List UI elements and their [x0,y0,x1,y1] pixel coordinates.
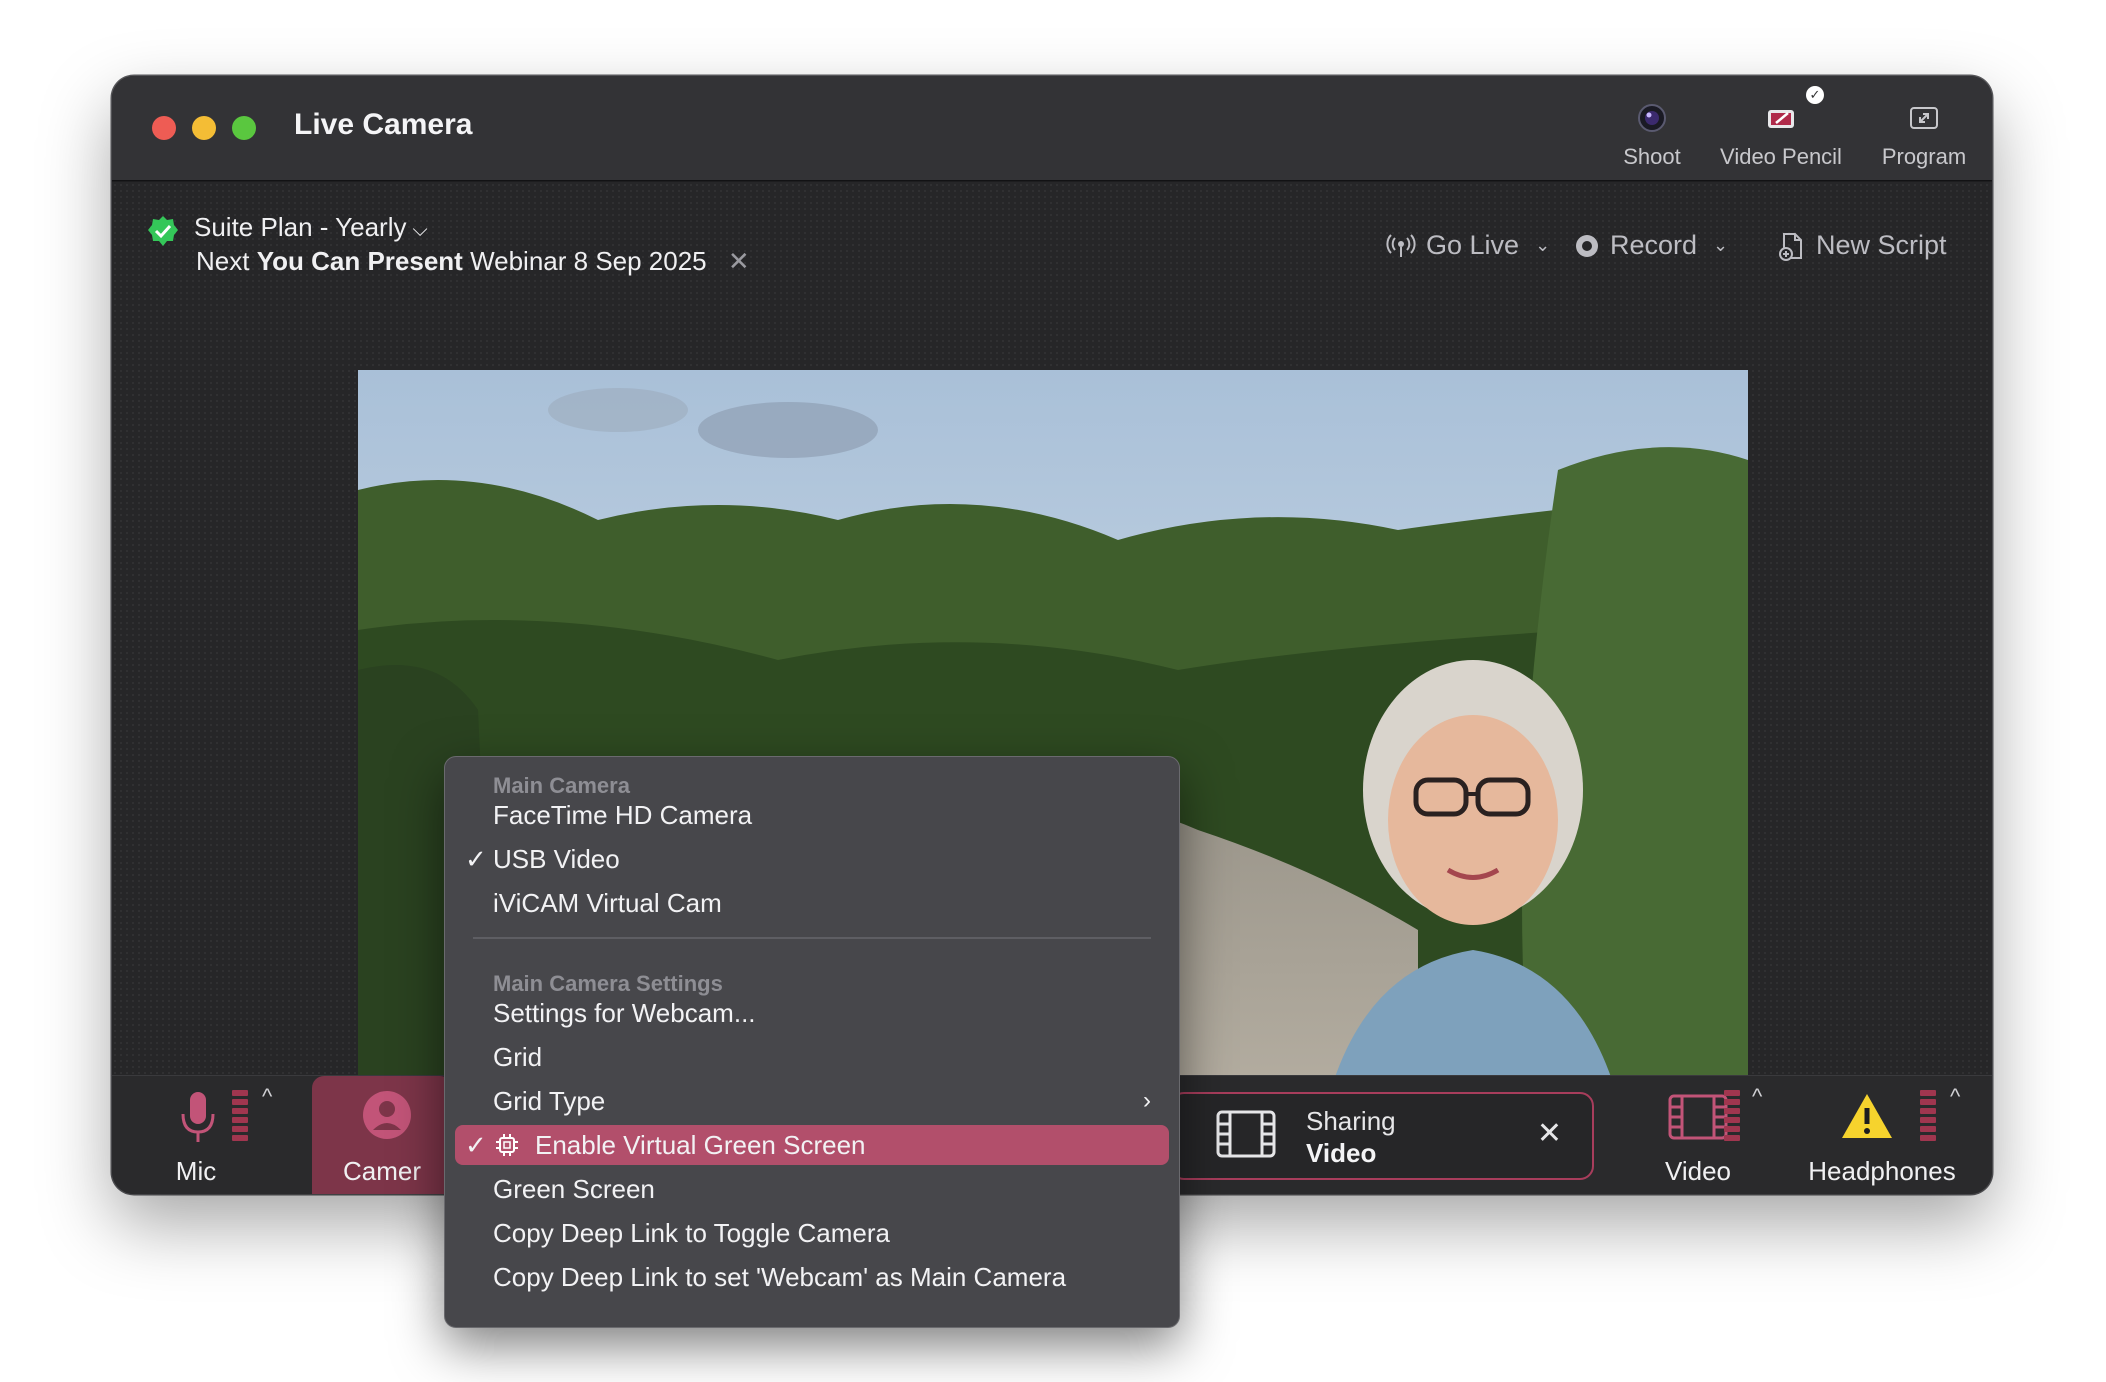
camera-button[interactable]: Camer [312,1076,452,1194]
checkmark-icon: ✓ [465,1130,487,1160]
program-button[interactable]: Program [1864,100,1984,170]
broadcast-icon [1386,233,1416,257]
headphones-level-meter [1920,1090,1936,1141]
stop-sharing-icon[interactable]: ✕ [1537,1116,1562,1151]
chip-icon [496,1134,518,1156]
headphones-button[interactable]: Headphones [1802,1076,1962,1194]
film-icon [1668,1094,1728,1140]
title-bar: Live Camera Shoot ✓ Video Pencil Program [112,76,1992,181]
mic-label: Mic [175,1156,217,1186]
new-document-icon [1779,232,1802,261]
menu-item-grid[interactable]: Grid [455,1037,1169,1077]
expand-icon [1864,100,1984,136]
sharing-label: Sharing [1306,1106,1396,1136]
menu-item-enable-virtual-green-screen[interactable]: ✓ Enable Virtual Green Screen [455,1125,1169,1165]
maximize-window-button[interactable] [232,116,256,140]
person-icon [363,1091,411,1139]
menu-item-green-screen[interactable]: Green Screen [455,1169,1169,1209]
plan-selector[interactable]: Suite Plan - Yearly ⌵ [194,212,428,243]
next-event-date: Webinar 8 Sep 2025 [470,246,707,276]
headphones-options-caret[interactable]: ^ [1950,1084,1960,1110]
new-script-label: New Script [1816,230,1947,260]
video-pencil-badge: ✓ [1806,86,1824,104]
microphone-icon [181,1092,215,1142]
menu-item-facetime-hd-camera[interactable]: FaceTime HD Camera [455,795,1169,835]
film-icon [1216,1110,1276,1158]
chevron-right-icon: › [1143,1087,1151,1114]
checkmark-icon: ✓ [465,844,487,874]
mic-level-meter [232,1090,248,1141]
menu-item-settings-for-webcam[interactable]: Settings for Webcam... [455,993,1169,1033]
menu-item-copy-deep-link-main[interactable]: Copy Deep Link to set 'Webcam' as Main C… [455,1257,1169,1297]
video-level-meter [1724,1090,1740,1141]
menu-item-label: Grid Type [493,1086,606,1116]
video-label: Video [1664,1156,1732,1186]
sharing-type-label: Video [1306,1138,1377,1168]
go-live-label: Go Live [1426,230,1520,260]
go-live-button[interactable]: Go Live ⌄ [1386,230,1550,261]
menu-item-grid-type[interactable]: Grid Type › [455,1081,1169,1121]
camera-lens-icon [1602,100,1702,136]
plan-label: Suite Plan - Yearly [194,212,407,242]
program-label: Program [1881,144,1967,169]
record-button[interactable]: Record ⌄ [1574,230,1728,261]
menu-item-ivicam-virtual-cam[interactable]: iViCAM Virtual Cam [455,883,1169,923]
video-pencil-icon: ✓ [1710,86,1852,136]
video-button[interactable]: Video [1638,1076,1758,1194]
menu-item-label: USB Video [493,844,620,874]
chevron-down-icon: ⌄ [1535,235,1551,255]
dismiss-banner-icon[interactable]: ✕ [728,246,750,276]
next-event-name[interactable]: You Can Present [257,246,463,276]
record-icon [1576,234,1598,257]
next-prefix: Next [196,246,250,276]
camera-label: Camer [342,1156,421,1186]
mic-options-caret[interactable]: ^ [262,1084,272,1110]
menu-item-usb-video[interactable]: ✓ USB Video [455,839,1169,879]
menu-item-copy-deep-link-toggle[interactable]: Copy Deep Link to Toggle Camera [455,1213,1169,1253]
new-script-button[interactable]: New Script [1778,230,1947,261]
window-title: Live Camera [294,108,473,141]
headphones-label: Headphones [1808,1156,1956,1186]
record-label: Record [1610,230,1698,260]
warning-icon [1842,1094,1892,1138]
shoot-button[interactable]: Shoot [1602,100,1702,170]
camera-context-menu: Main Camera FaceTime HD Camera ✓ USB Vid… [444,756,1180,1328]
video-pencil-label: Video Pencil [1720,144,1842,169]
video-pencil-button[interactable]: ✓ Video Pencil [1710,86,1852,170]
menu-separator [473,937,1151,939]
plan-verified-icon [146,214,180,253]
shoot-label: Shoot [1623,144,1681,169]
minimize-window-button[interactable] [192,116,216,140]
video-options-caret[interactable]: ^ [1752,1084,1762,1110]
sharing-video-panel[interactable]: Sharing Video ✕ [1170,1092,1594,1180]
chevron-down-icon: ⌵ [412,219,428,241]
close-window-button[interactable] [152,116,176,140]
next-event-banner: Next You Can Present Webinar 8 Sep 2025 … [196,246,750,277]
chevron-down-icon: ⌄ [1713,235,1729,255]
menu-item-label: Enable Virtual Green Screen [535,1130,866,1160]
